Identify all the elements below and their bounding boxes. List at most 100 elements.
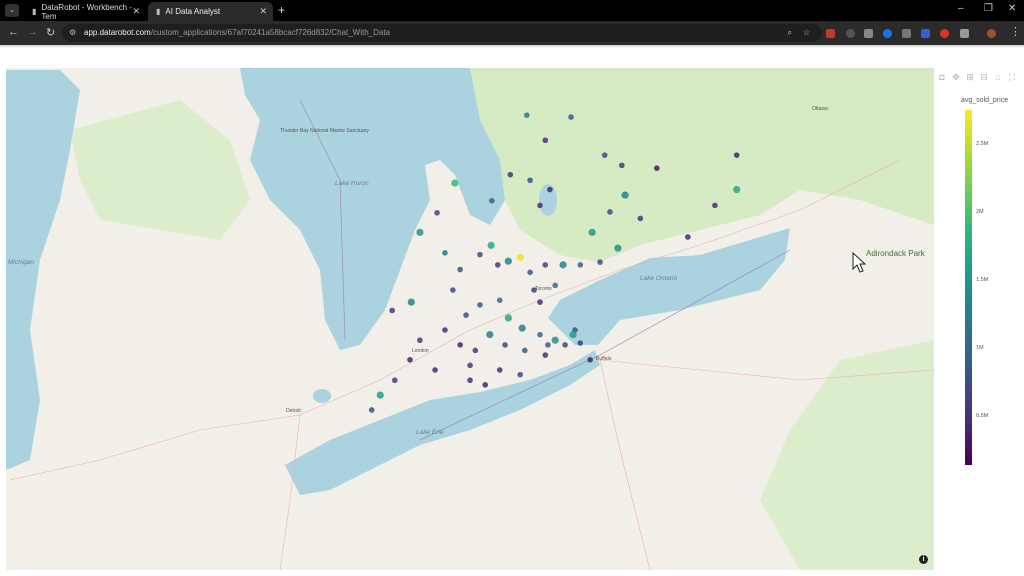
scatter-map[interactable]: Lake Huron Lake Ontario Lake Erie Michig…	[6, 68, 934, 570]
map-point[interactable]	[376, 391, 384, 399]
extension-icon[interactable]	[921, 29, 930, 38]
map-point[interactable]	[407, 298, 415, 306]
more-menu-icon[interactable]: ⋮	[1010, 25, 1021, 38]
map-point[interactable]	[637, 215, 644, 222]
forward-button[interactable]: →	[27, 26, 38, 38]
camera-icon[interactable]: ◘	[937, 72, 947, 82]
close-icon[interactable]: ✕	[132, 6, 140, 17]
map-point[interactable]	[416, 228, 424, 236]
tab-workbench[interactable]: ▮ DataRobot - Workbench - Tem ✕	[24, 2, 146, 21]
autoscale-icon[interactable]: ⛶	[1007, 72, 1017, 82]
map-point[interactable]	[545, 342, 551, 348]
extension-icon[interactable]	[846, 29, 855, 38]
map-point[interactable]	[569, 331, 577, 339]
map-point[interactable]	[467, 362, 473, 369]
close-window-button[interactable]: ✕	[1008, 3, 1016, 14]
extension-icon[interactable]	[902, 29, 911, 38]
map-point[interactable]	[542, 262, 549, 268]
map-point[interactable]	[619, 162, 625, 169]
map-point[interactable]	[463, 312, 469, 318]
zoom-out-icon[interactable]: ⊟	[979, 72, 989, 82]
map-point[interactable]	[597, 259, 603, 265]
map-point[interactable]	[457, 342, 463, 348]
map-point[interactable]	[407, 356, 413, 363]
map-point[interactable]	[518, 324, 526, 332]
map-point[interactable]	[577, 340, 584, 346]
map-point[interactable]	[527, 177, 533, 184]
minimize-button[interactable]: –	[958, 3, 964, 14]
site-info-icon[interactable]: ⚙	[69, 24, 76, 42]
url-input[interactable]: ⚙ app.datarobot.com/custom_applications/…	[62, 24, 822, 42]
map-point[interactable]	[504, 314, 512, 322]
map-point[interactable]	[467, 377, 473, 384]
map-point[interactable]	[496, 297, 503, 304]
pan-icon[interactable]: ✥	[951, 72, 961, 82]
map-point[interactable]	[542, 352, 549, 358]
map-point[interactable]	[568, 114, 574, 120]
profile-avatar[interactable]	[987, 29, 996, 38]
extension-icon[interactable]	[883, 29, 892, 38]
map-point[interactable]	[712, 202, 718, 209]
info-icon[interactable]: i	[919, 555, 928, 564]
map-point[interactable]	[537, 299, 543, 305]
map-point[interactable]	[417, 337, 423, 344]
map-point[interactable]	[494, 262, 501, 268]
map-point[interactable]	[486, 331, 494, 339]
map-point[interactable]	[537, 331, 543, 338]
zoom-in-icon[interactable]: ⊞	[965, 72, 975, 82]
map-point[interactable]	[542, 137, 549, 144]
tab-ai-data-analyst[interactable]: ▮ AI Data Analyst ✕	[148, 2, 273, 21]
map-point[interactable]	[551, 336, 559, 344]
map-point[interactable]	[733, 185, 741, 194]
map-point[interactable]	[442, 327, 448, 333]
camera-extension-icon[interactable]	[864, 29, 873, 38]
map-point[interactable]	[524, 112, 530, 118]
map-point[interactable]	[588, 228, 596, 236]
home-icon[interactable]: ⌂	[993, 72, 1003, 82]
map-point[interactable]	[587, 356, 593, 363]
back-button[interactable]: ←	[8, 26, 19, 38]
map-point[interactable]	[489, 197, 495, 204]
maximize-button[interactable]: ❐	[984, 3, 993, 14]
map-point[interactable]	[733, 152, 740, 158]
map-point[interactable]	[434, 210, 440, 216]
map-point[interactable]	[685, 234, 691, 240]
tab-search-button[interactable]: ⌄	[5, 4, 19, 17]
map-point[interactable]	[562, 342, 568, 348]
map-point[interactable]	[537, 202, 543, 209]
map-point[interactable]	[559, 261, 567, 269]
map-point[interactable]	[487, 241, 495, 249]
map-point[interactable]	[457, 266, 463, 273]
map-point[interactable]	[368, 407, 375, 413]
map-point[interactable]	[621, 191, 629, 199]
map-point[interactable]	[517, 371, 523, 378]
reload-button[interactable]: ↻	[46, 26, 55, 39]
map-point[interactable]	[482, 382, 489, 388]
map-point[interactable]	[504, 257, 512, 265]
map-point[interactable]	[516, 253, 524, 262]
map-point[interactable]	[577, 262, 584, 268]
extension-icon[interactable]	[826, 29, 835, 38]
map-point[interactable]	[432, 367, 438, 373]
close-icon[interactable]: ✕	[259, 6, 267, 17]
map-point[interactable]	[654, 165, 660, 171]
map-point[interactable]	[496, 367, 503, 373]
adblock-icon[interactable]	[940, 29, 949, 38]
new-tab-button[interactable]: +	[278, 3, 285, 17]
map-point[interactable]	[472, 347, 479, 354]
map-point[interactable]	[477, 302, 483, 308]
map-point[interactable]	[531, 287, 537, 293]
map-point[interactable]	[614, 244, 622, 252]
map-point[interactable]	[450, 287, 456, 293]
map-point[interactable]	[522, 347, 528, 354]
map-point[interactable]	[507, 171, 514, 178]
map-point[interactable]	[547, 186, 553, 193]
map-point[interactable]	[527, 269, 533, 276]
map-point[interactable]	[389, 307, 395, 314]
map-point[interactable]	[392, 377, 398, 384]
map-point[interactable]	[607, 209, 613, 215]
map-point[interactable]	[552, 282, 558, 289]
map-point[interactable]	[477, 251, 483, 258]
extensions-puzzle-icon[interactable]	[960, 29, 969, 38]
map-point[interactable]	[502, 342, 508, 348]
